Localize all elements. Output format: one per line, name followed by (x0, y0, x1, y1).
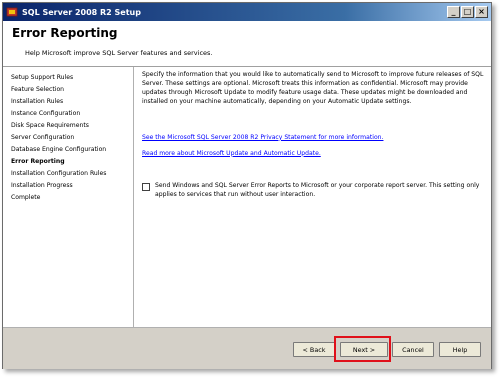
sidebar-item-database-engine-configuration[interactable]: Database Engine Configuration (11, 144, 133, 156)
cancel-button[interactable]: Cancel (392, 342, 434, 357)
sidebar-item-server-configuration[interactable]: Server Configuration (11, 132, 133, 144)
error-reports-option: Send Windows and SQL Server Error Report… (142, 182, 485, 200)
page-subtitle: Help Microsoft improve SQL Server featur… (25, 49, 213, 57)
sidebar-item-setup-support-rules[interactable]: Setup Support Rules (11, 72, 133, 84)
setup-window: SQL Server 2008 R2 Setup _ □ × Error Rep… (2, 2, 492, 369)
button-bar: < Back Next > Cancel Help (3, 327, 491, 369)
steps-sidebar: Setup Support Rules Feature Selection In… (3, 67, 134, 327)
privacy-statement-link[interactable]: See the Microsoft SQL Server 2008 R2 Pri… (142, 134, 485, 141)
page-header: Error Reporting Help Microsoft improve S… (3, 21, 491, 67)
error-reports-checkbox[interactable] (142, 182, 150, 191)
description-text: Specify the information that you would l… (142, 71, 484, 105)
sidebar-item-installation-progress[interactable]: Installation Progress (11, 180, 133, 192)
help-button[interactable]: Help (439, 342, 481, 357)
main-panel: Specify the information that you would l… (134, 67, 491, 327)
sidebar-item-instance-configuration[interactable]: Instance Configuration (11, 108, 133, 120)
minimize-button[interactable]: _ (447, 6, 460, 18)
content-area: Setup Support Rules Feature Selection In… (3, 67, 491, 327)
close-button[interactable]: × (475, 6, 488, 18)
page-title: Error Reporting (12, 26, 118, 40)
sidebar-item-installation-configuration-rules[interactable]: Installation Configuration Rules (11, 168, 133, 180)
sidebar-item-disk-space-requirements[interactable]: Disk Space Requirements (11, 120, 133, 132)
microsoft-update-link[interactable]: Read more about Microsoft Update and Aut… (142, 150, 485, 157)
sidebar-item-installation-rules[interactable]: Installation Rules (11, 96, 133, 108)
sidebar-item-feature-selection[interactable]: Feature Selection (11, 84, 133, 96)
sql-server-app-icon (6, 6, 18, 18)
sidebar-item-error-reporting[interactable]: Error Reporting (11, 156, 133, 168)
sidebar-item-complete[interactable]: Complete (11, 192, 133, 204)
error-reports-checkbox-label[interactable]: Send Windows and SQL Server Error Report… (155, 182, 485, 200)
title-bar: SQL Server 2008 R2 Setup _ □ × (3, 3, 491, 21)
maximize-button[interactable]: □ (461, 6, 474, 18)
window-title: SQL Server 2008 R2 Setup (22, 7, 141, 17)
back-button[interactable]: < Back (293, 342, 335, 357)
next-button-highlight (334, 336, 391, 362)
